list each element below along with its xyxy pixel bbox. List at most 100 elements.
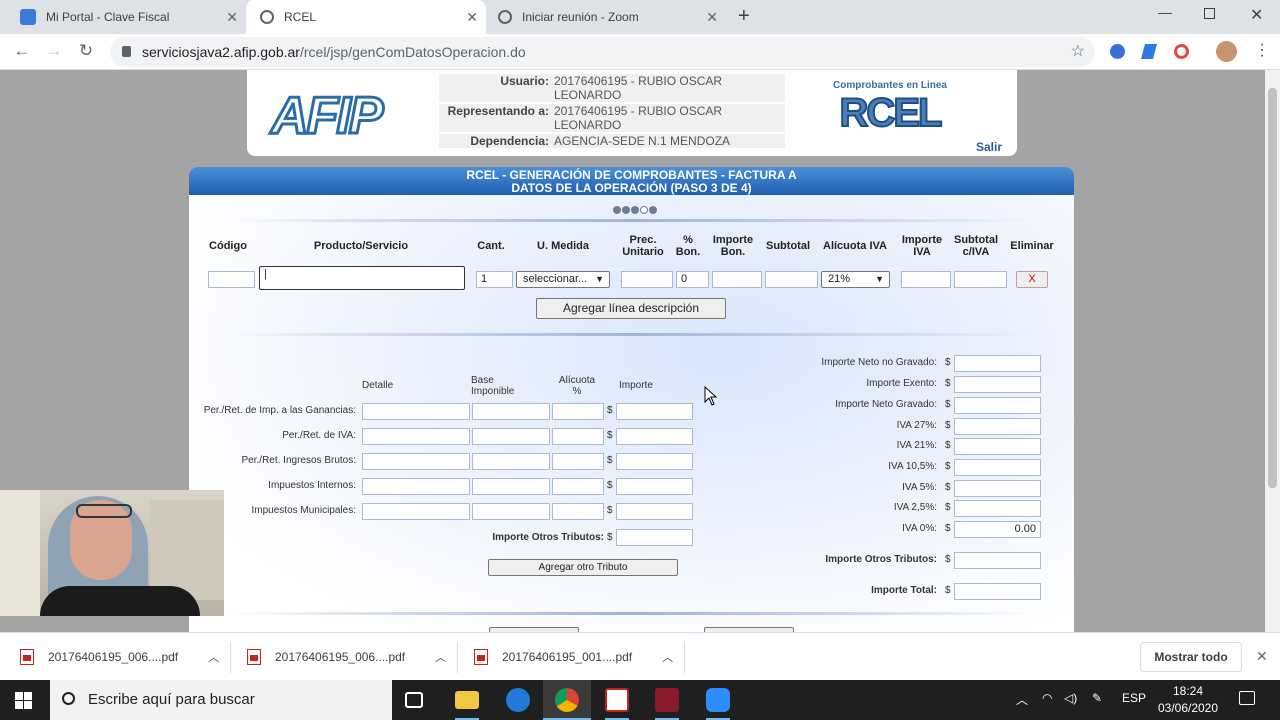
bonificacion-pct-input[interactable]: 0 (676, 271, 709, 288)
importe-total-input[interactable] (954, 583, 1041, 600)
tributo-importe-input[interactable] (616, 478, 693, 495)
file-explorer-icon[interactable] (455, 691, 479, 709)
new-tab-icon[interactable]: + (738, 5, 750, 28)
producto-textarea[interactable]: | (259, 266, 465, 290)
subtotal-iva-input[interactable] (954, 271, 1007, 288)
volume-icon[interactable]: ◁) (1064, 691, 1077, 705)
video-editor-icon[interactable] (655, 688, 679, 712)
tributo-base-input[interactable] (472, 478, 550, 495)
wifi-icon[interactable]: ◠ (1042, 691, 1052, 705)
close-downloads-icon[interactable]: ✕ (1256, 648, 1268, 665)
tributo-detalle-input[interactable] (362, 453, 470, 470)
notifications-icon[interactable] (1239, 691, 1255, 705)
menu-icon[interactable]: ⋮ (1254, 40, 1270, 60)
extension-icon[interactable] (1174, 44, 1189, 59)
star-icon[interactable]: ☆ (1071, 37, 1085, 67)
importe-neto-no-gravado-input[interactable] (954, 355, 1041, 372)
iva-10-5-input[interactable] (954, 459, 1041, 476)
restore-icon[interactable] (1204, 8, 1215, 19)
tab-rcel[interactable]: RCEL ✕ (246, 0, 486, 34)
windows-start-icon[interactable] (15, 692, 32, 709)
salir-link[interactable]: Salir (976, 140, 1002, 154)
reload-icon[interactable]: ↻ (75, 41, 97, 61)
iva-2-5-input[interactable] (954, 500, 1041, 517)
extension-icon[interactable] (1140, 44, 1158, 59)
tributo-importe-input[interactable] (616, 453, 693, 470)
representando-label: Representando a: (447, 104, 549, 118)
tributo-detalle-input[interactable] (362, 428, 470, 445)
importe-iva-input[interactable] (901, 271, 951, 288)
tributo-alicuota-input[interactable] (552, 403, 604, 420)
codigo-input[interactable] (208, 271, 255, 288)
tributo-alicuota-input[interactable] (552, 478, 604, 495)
iva-5-input[interactable] (954, 480, 1041, 497)
zoom-icon[interactable] (706, 688, 730, 712)
agregar-tributo-button[interactable]: Agregar otro Tributo (488, 559, 678, 576)
tributo-label: Per./Ret. de IVA: (282, 430, 356, 441)
importe-exento-input[interactable] (954, 376, 1041, 393)
extension-icon[interactable] (1110, 44, 1125, 59)
currency-symbol: $ (945, 585, 951, 596)
eliminar-button[interactable]: X (1016, 271, 1048, 288)
chevron-up-icon[interactable]: ︿ (1016, 691, 1028, 708)
pdf-icon (20, 649, 34, 665)
scrollbar-thumb[interactable] (1268, 88, 1277, 488)
close-tab-icon[interactable]: ✕ (706, 9, 718, 26)
importe-otros-tributos-input[interactable] (954, 552, 1041, 569)
edge-icon[interactable] (506, 688, 530, 712)
close-tab-icon[interactable]: ✕ (226, 9, 238, 26)
forward-icon[interactable]: → (43, 41, 65, 61)
total-label: IVA 27%: (896, 420, 937, 431)
tributo-base-input[interactable] (472, 428, 550, 445)
back-icon[interactable]: ← (11, 41, 33, 61)
otros-tributos-input[interactable] (616, 529, 693, 546)
tributo-detalle-input[interactable] (362, 478, 470, 495)
acrobat-icon[interactable] (605, 688, 629, 712)
minimize-icon[interactable]: — (1158, 4, 1172, 20)
tab-zoom[interactable]: Iniciar reunión - Zoom ✕ (486, 0, 726, 34)
tributo-detalle-input[interactable] (362, 503, 470, 520)
iva-21-input[interactable] (954, 438, 1041, 455)
tab-mi-portal[interactable]: Mi Portal - Clave Fiscal ✕ (8, 0, 246, 34)
chevron-up-icon[interactable]: ︿ (208, 649, 219, 665)
download-item[interactable]: 20176406195_006....pdf ︿ (247, 633, 446, 681)
umedida-select[interactable]: seleccionar... ▼ (516, 271, 610, 288)
taskbar-search[interactable]: Escribe aquí para buscar (50, 680, 392, 720)
col-codigo: Código (209, 240, 247, 252)
tributo-alicuota-input[interactable] (552, 428, 604, 445)
close-window-icon[interactable]: ✕ (1250, 5, 1263, 25)
chrome-icon[interactable] (555, 688, 579, 712)
agregar-linea-button[interactable]: Agregar línea descripción (536, 298, 726, 319)
tributo-detalle-input[interactable] (362, 403, 470, 420)
tributo-base-input[interactable] (472, 503, 550, 520)
clock[interactable]: 18:24 03/06/2020 (1148, 683, 1228, 717)
currency-symbol: $ (945, 420, 951, 431)
chevron-up-icon[interactable]: ︿ (435, 649, 446, 665)
subtotal-input[interactable] (765, 271, 818, 288)
chevron-up-icon[interactable]: ︿ (662, 649, 673, 665)
alicuota-iva-select[interactable]: 21% ▼ (821, 271, 890, 288)
tributo-alicuota-input[interactable] (552, 503, 604, 520)
tributo-base-input[interactable] (472, 453, 550, 470)
cantidad-input[interactable]: 1 (476, 271, 513, 288)
iva-27-input[interactable] (954, 418, 1041, 435)
tributo-importe-input[interactable] (616, 428, 693, 445)
avatar[interactable] (1216, 41, 1237, 62)
tributo-importe-input[interactable] (616, 503, 693, 520)
task-view-icon[interactable] (405, 692, 423, 708)
tributo-alicuota-input[interactable] (552, 453, 604, 470)
language-indicator[interactable]: ESP (1122, 691, 1146, 705)
iva-0-input[interactable]: 0.00 (954, 521, 1041, 538)
importe-bon-input[interactable] (712, 271, 762, 288)
usuario-label: Usuario: (500, 74, 549, 88)
download-item[interactable]: 20176406195_001....pdf ︿ (474, 633, 673, 681)
show-all-downloads-button[interactable]: Mostrar todo (1140, 642, 1242, 672)
close-tab-icon[interactable]: ✕ (466, 9, 478, 26)
precio-unitario-input[interactable] (621, 271, 673, 288)
pen-icon[interactable]: ✎ (1092, 691, 1102, 705)
tributo-base-input[interactable] (472, 403, 550, 420)
importe-neto-gravado-input[interactable] (954, 397, 1041, 414)
download-item[interactable]: 20176406195_006....pdf ︿ (20, 633, 219, 681)
tributo-importe-input[interactable] (616, 403, 693, 420)
address-bar[interactable]: serviciosjava2.afip.gob.ar/rcel/jsp/genC… (110, 37, 1095, 67)
